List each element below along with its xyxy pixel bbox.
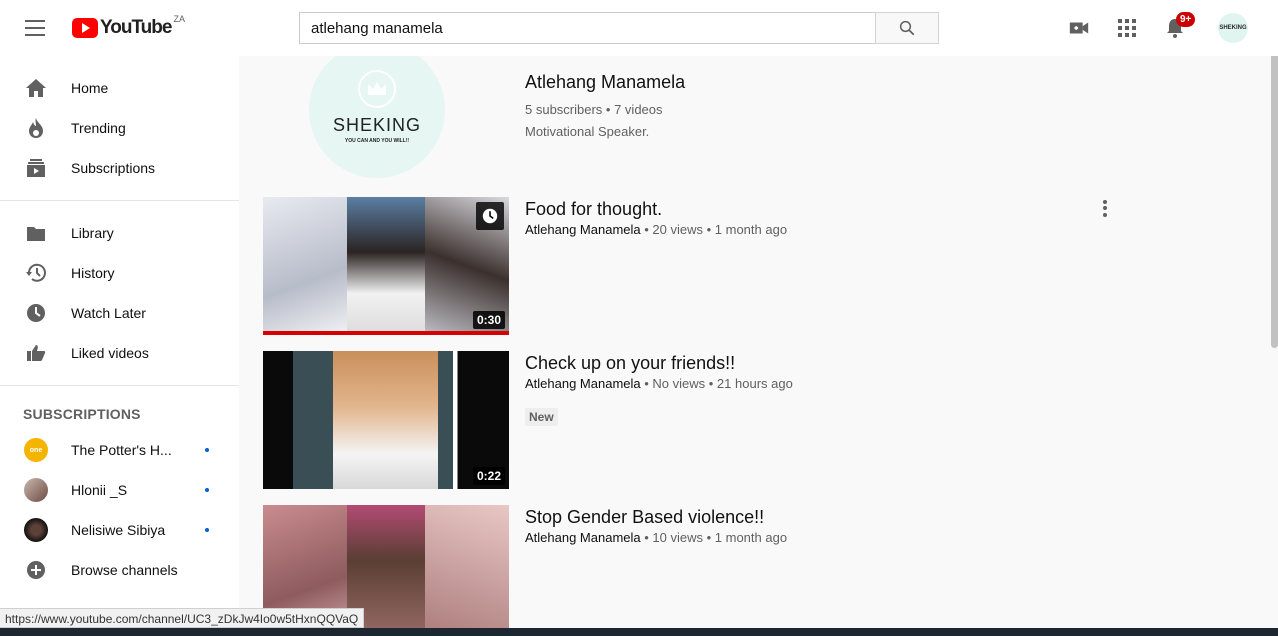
sidebar-item-browse-channels[interactable]: Browse channels [0,550,239,590]
channel-avatar-large[interactable]: SHEKING YOU CAN AND YOU WILL!! [309,42,445,178]
sidebar-item-label: Library [71,225,114,241]
video-meta: Atlehang Manamela • 20 views • 1 month a… [525,222,787,237]
liked-icon [24,341,48,365]
search-input[interactable] [299,12,875,44]
video-views-age: • No views • 21 hours ago [640,376,793,391]
subscriptions-icon [24,156,48,180]
video-result: Stop Gender Based violence!! Atlehang Ma… [263,505,1223,636]
search-icon [899,20,915,36]
subscription-item[interactable]: one The Potter's H... [0,430,239,470]
video-channel-name[interactable]: Atlehang Manamela [525,376,641,391]
subscriptions-heading: SUBSCRIPTIONS [23,406,141,422]
video-channel-name[interactable]: Atlehang Manamela [525,222,641,237]
video-thumbnail[interactable]: 0:22 [263,351,509,489]
clock-icon [482,208,498,224]
trending-icon [24,116,48,140]
channel-avatar [24,478,48,502]
sidebar-divider [0,385,239,386]
watch-progress-bar [263,331,509,335]
video-meta: Atlehang Manamela • 10 views • 1 month a… [525,530,787,545]
crown-icon [358,69,396,108]
account-avatar[interactable]: SHEKING [1218,13,1248,43]
notification-count-badge: 9+ [1176,12,1196,27]
channel-description: Motivational Speaker. [525,124,650,139]
subscription-item[interactable]: Nelisiwe Sibiya [0,510,239,550]
channel-avatar: one [24,438,48,462]
video-channel-name[interactable]: Atlehang Manamela [525,530,641,545]
sidebar-item-library[interactable]: Library [0,213,239,253]
sidebar-item-label: Browse channels [71,562,178,578]
video-views-age: • 10 views • 1 month ago [640,530,788,545]
home-icon [24,76,48,100]
new-badge: New [525,408,558,426]
subscription-name: The Potter's H... [71,442,172,458]
search-button[interactable] [875,12,939,44]
sidebar-item-home[interactable]: Home [0,68,239,108]
video-result: 0:30 Food for thought. Atlehang Manamela… [263,197,1223,335]
channel-avatar-title: SHEKING [332,114,422,135]
sidebar-item-trending[interactable]: Trending [0,108,239,148]
video-title[interactable]: Check up on your friends!! [525,353,735,374]
link-status-bar: https://www.youtube.com/channel/UC3_zDkJ… [0,608,365,628]
subscription-name: Nelisiwe Sibiya [71,522,166,538]
subscription-item[interactable]: Hlonii _S [0,470,239,510]
subscription-name: Hlonii _S [71,482,128,498]
bottom-window-edge [0,628,1278,636]
sidebar-item-label: Home [71,80,109,96]
sidebar-item-history[interactable]: History [0,253,239,293]
channel-name[interactable]: Atlehang Manamela [525,72,685,93]
video-meta: Atlehang Manamela • No views • 21 hours … [525,376,793,391]
video-duration: 0:22 [472,467,505,485]
logo-text: YouTube [100,17,172,38]
watch-later-icon [24,301,48,325]
channel-stats: 5 subscribers • 7 videos [525,102,663,117]
library-icon [24,221,48,245]
masthead: YouTube ZA 9+ SHEKING [0,0,1278,56]
hamburger-menu-icon[interactable] [24,18,46,38]
new-content-dot [205,448,209,452]
history-icon [24,261,48,285]
region-code: ZA [173,14,185,24]
play-logo-icon [72,18,98,38]
video-title[interactable]: Food for thought. [525,199,662,220]
sidebar-item-label: History [71,265,115,281]
more-actions-icon[interactable] [1095,197,1115,219]
sidebar-item-liked-videos[interactable]: Liked videos [0,333,239,373]
sidebar-item-subscriptions[interactable]: Subscriptions [0,148,239,188]
new-content-dot [205,488,209,492]
guide-sidebar: Home Trending Subscriptions Library Hist… [0,56,239,636]
channel-avatar-subtitle: YOU CAN AND YOU WILL!! [344,137,410,144]
channel-avatar [24,518,48,542]
video-result: 0:22 Check up on your friends!! Atlehang… [263,351,1223,489]
apps-grid-icon[interactable] [1115,16,1139,40]
sidebar-item-label: Liked videos [71,345,149,361]
add-circle-icon [24,558,48,582]
sidebar-item-label: Watch Later [71,305,146,321]
search-bar [299,12,939,44]
watch-later-button[interactable] [476,202,504,230]
sidebar-item-watch-later[interactable]: Watch Later [0,293,239,333]
sidebar-divider [0,200,239,201]
page-scrollbar[interactable] [1271,40,1278,348]
youtube-logo[interactable]: YouTube ZA [72,14,185,39]
video-title[interactable]: Stop Gender Based violence!! [525,507,764,528]
create-video-icon[interactable] [1067,16,1091,40]
sidebar-item-label: Trending [71,120,126,136]
sidebar-item-label: Subscriptions [71,160,156,176]
new-content-dot [205,528,209,532]
video-thumbnail[interactable]: 0:30 [263,197,509,335]
video-views-age: • 20 views • 1 month ago [640,222,788,237]
video-duration: 0:30 [472,311,505,329]
